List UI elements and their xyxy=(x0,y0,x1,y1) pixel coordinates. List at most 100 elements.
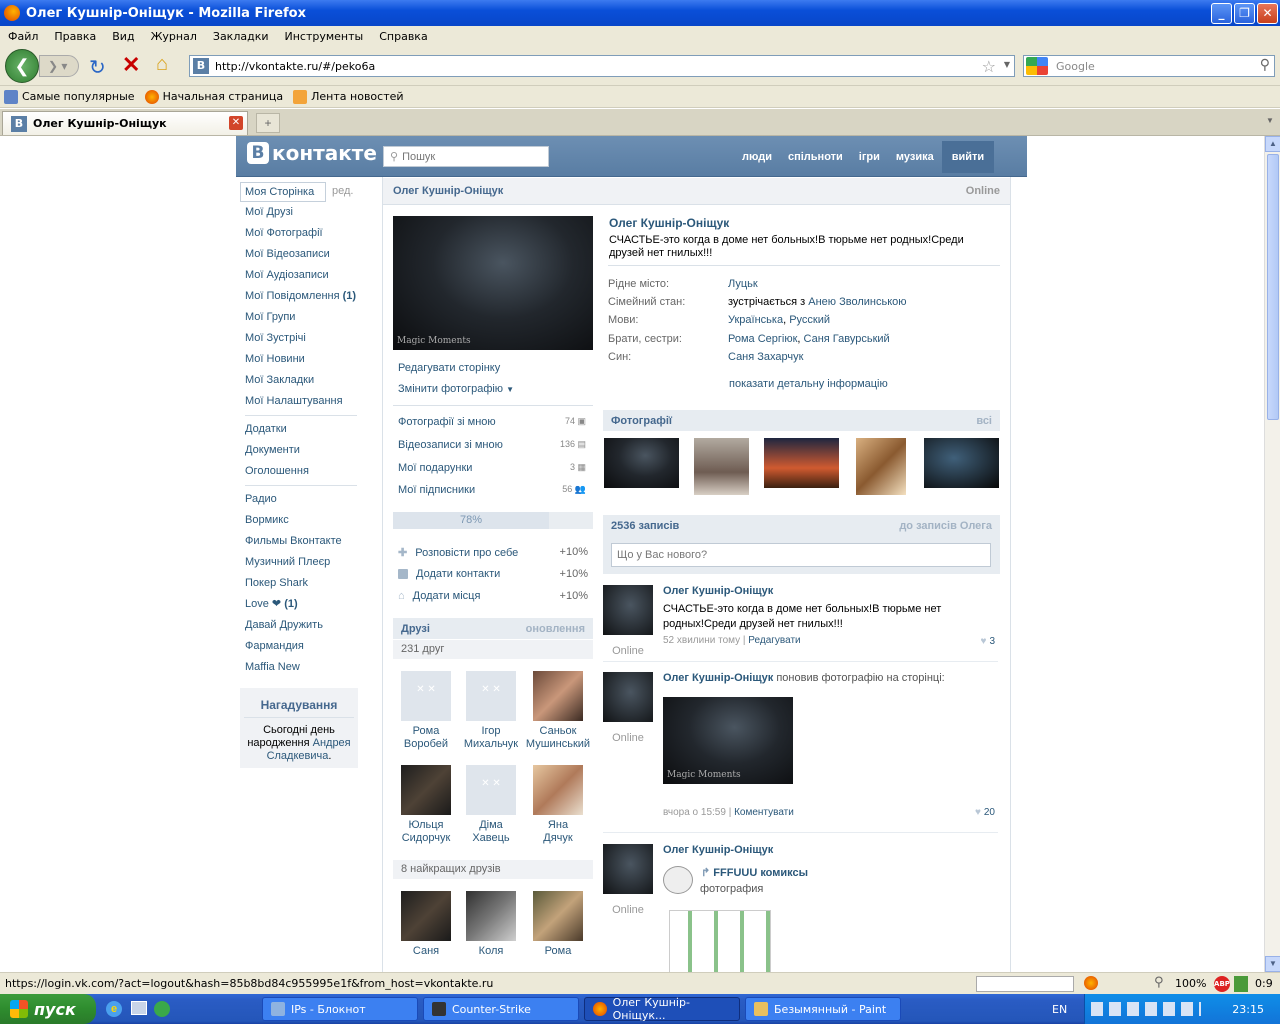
avatar[interactable] xyxy=(603,672,653,722)
best-friend-card[interactable]: Рома xyxy=(525,891,591,958)
add-contacts-link[interactable]: Додати контакти +10% xyxy=(398,568,588,580)
taskbar-firefox[interactable]: Олег Кушнір-Оніщук... xyxy=(584,996,740,1022)
photo-thumb[interactable] xyxy=(924,438,999,488)
close-window-button[interactable]: ✕ xyxy=(1257,3,1278,24)
change-photo-link[interactable]: Змінити фотографію ▼ xyxy=(393,379,593,400)
photo-thumb[interactable] xyxy=(856,438,906,495)
page-scrollbar[interactable]: ▲ ▼ xyxy=(1264,136,1280,972)
like-button[interactable]: 3 xyxy=(981,636,995,647)
utorrent-icon[interactable] xyxy=(154,1001,170,1017)
menu-app-radio[interactable]: Радио xyxy=(240,489,360,510)
wall-post-input[interactable]: Що у Вас нового? xyxy=(611,543,991,567)
menu-app-maffia[interactable]: Maffia New xyxy=(240,657,360,678)
bookmark-news[interactable]: Лента новостей xyxy=(293,89,404,104)
photo-thumb[interactable] xyxy=(764,438,839,488)
maximize-button[interactable]: ❐ xyxy=(1234,3,1255,24)
profile-photo[interactable]: Magic Moments xyxy=(393,216,593,350)
google-icon[interactable] xyxy=(1026,57,1048,75)
bookmark-popular[interactable]: Самые популярные xyxy=(4,89,135,104)
bookmark-start[interactable]: Начальная страница xyxy=(144,89,283,104)
nav-logout[interactable]: вийти xyxy=(941,140,995,173)
star-icon[interactable]: ☆ xyxy=(982,57,996,76)
post-author[interactable]: Олег Кушнір-Оніщук xyxy=(663,585,773,597)
search-bar[interactable]: Google ⚲ xyxy=(1023,55,1275,77)
vk-logo[interactable]: Вконтакте xyxy=(247,141,377,165)
tray-icons[interactable] xyxy=(1091,1002,1201,1016)
menu-my-events[interactable]: Мої Зустрічі xyxy=(240,328,360,349)
menu-app-films[interactable]: Фильмы Вконтакте xyxy=(240,531,360,552)
friend-card[interactable]: Юльця Сидорчук xyxy=(393,765,459,845)
menu-my-photos[interactable]: Мої Фотографії xyxy=(240,223,360,244)
comment-link[interactable]: Коментувати xyxy=(734,807,794,818)
friends-header[interactable]: Друзі оновлення xyxy=(393,618,593,639)
menu-edit-link[interactable]: ред. xyxy=(332,181,353,202)
post-photo[interactable]: Magic Moments xyxy=(663,697,793,784)
count-videos-with-me[interactable]: Відеозаписи зі мною 136 ▤ xyxy=(398,439,586,451)
scroll-down-icon[interactable]: ▼ xyxy=(1265,956,1280,972)
add-about-link[interactable]: ✚ Розповісти про себе +10% xyxy=(398,546,588,559)
menu-documents[interactable]: Документи xyxy=(240,440,360,461)
menu-my-audio[interactable]: Мої Аудіозаписи xyxy=(240,265,360,286)
menu-my-news[interactable]: Мої Новини xyxy=(240,349,360,370)
menu-tools[interactable]: Инструменты xyxy=(285,30,364,43)
zoom-level[interactable]: 100% xyxy=(1175,977,1206,990)
add-places-link[interactable]: ⌂ Додати місця +10% xyxy=(398,590,588,602)
close-tab-icon[interactable]: ✕ xyxy=(229,116,243,130)
to-owner-posts-link[interactable]: до записів Олега xyxy=(899,520,992,532)
post-author[interactable]: Олег Кушнір-Оніщук xyxy=(663,672,773,684)
count-gifts[interactable]: Мої подарунки 3 ▦ xyxy=(398,462,586,474)
profile-status[interactable]: СЧАСТЬЕ-это когда в доме нет больных!В т… xyxy=(609,234,989,260)
addon-green-icon[interactable] xyxy=(1234,976,1248,992)
photos-header[interactable]: Фотографії всі xyxy=(603,410,1000,431)
menu-app-love[interactable]: Love ❤ (1) xyxy=(240,594,360,615)
url-bar[interactable]: В http://vkontakte.ru/#/peko6a ☆ ▼ xyxy=(189,55,1015,77)
menu-my-messages[interactable]: Мої Повідомлення (1) xyxy=(240,286,360,307)
show-desktop-icon[interactable] xyxy=(131,1001,147,1015)
nav-people[interactable]: люди xyxy=(734,141,780,173)
photo-thumb[interactable] xyxy=(694,438,749,495)
like-button[interactable]: 20 xyxy=(975,807,995,818)
forward-button[interactable]: ❯ ▾ xyxy=(39,55,79,77)
menu-app-music-player[interactable]: Музичний Плеєр xyxy=(240,552,360,573)
new-tab-button[interactable]: + xyxy=(256,113,280,133)
taskbar-counter-strike[interactable]: Counter-Strike xyxy=(423,997,579,1021)
scroll-thumb[interactable] xyxy=(1267,154,1279,420)
repost-source[interactable]: ↱ FFFUUU комиксы xyxy=(701,866,808,879)
menu-app-poker[interactable]: Покер Shark xyxy=(240,573,360,594)
post-comic-image[interactable] xyxy=(669,910,771,972)
friend-card[interactable]: Саньок Мушинський xyxy=(525,671,591,751)
menu-edit[interactable]: Правка xyxy=(54,30,96,43)
edit-post-link[interactable]: Редагувати xyxy=(748,635,800,646)
addon-icon[interactable] xyxy=(1084,976,1098,990)
nav-communities[interactable]: спільноти xyxy=(780,141,851,173)
friends-count[interactable]: 231 друг xyxy=(393,640,593,659)
start-button[interactable]: пуск xyxy=(0,994,96,1024)
menu-app-wormix[interactable]: Вормикс xyxy=(240,510,360,531)
reload-icon[interactable]: ↻ xyxy=(89,55,106,80)
menu-ads[interactable]: Оголошення xyxy=(240,461,360,482)
menu-my-settings[interactable]: Мої Налаштування xyxy=(240,391,360,412)
best-friend-card[interactable]: Саня xyxy=(393,891,459,958)
partner-link[interactable]: Анею Зволинською xyxy=(808,296,906,308)
magnifier-icon[interactable]: ⚲ xyxy=(1260,57,1270,73)
menu-my-page[interactable]: Моя Сторінка xyxy=(240,181,326,202)
zoom-icon[interactable]: ⚲ xyxy=(1154,975,1164,990)
count-subscribers[interactable]: Мої підписники 56 👥 xyxy=(398,484,586,496)
stop-icon[interactable]: ✕ xyxy=(122,52,140,78)
avatar[interactable] xyxy=(603,844,653,894)
best-friend-card[interactable]: Коля xyxy=(458,891,524,958)
home-icon[interactable]: ⌂ xyxy=(156,53,168,76)
dropdown-icon[interactable]: ▼ xyxy=(1004,60,1010,69)
ie-icon[interactable]: e xyxy=(106,1001,122,1017)
group-avatar[interactable] xyxy=(663,866,693,894)
avatar[interactable] xyxy=(603,585,653,635)
taskbar-notepad[interactable]: IPs - Блокнот xyxy=(262,997,418,1021)
taskbar-paint[interactable]: Безымянный - Paint xyxy=(745,997,901,1021)
nav-games[interactable]: ігри xyxy=(851,141,888,173)
friend-card[interactable]: Яна Дячук xyxy=(525,765,591,845)
tab-list-icon[interactable]: ▼ xyxy=(1266,116,1274,125)
post-author[interactable]: Олег Кушнір-Оніщук xyxy=(663,844,773,856)
menu-history[interactable]: Журнал xyxy=(151,30,197,43)
adblock-icon[interactable]: ABP xyxy=(1214,976,1230,992)
friend-card[interactable]: ДімаХавець xyxy=(458,765,524,845)
